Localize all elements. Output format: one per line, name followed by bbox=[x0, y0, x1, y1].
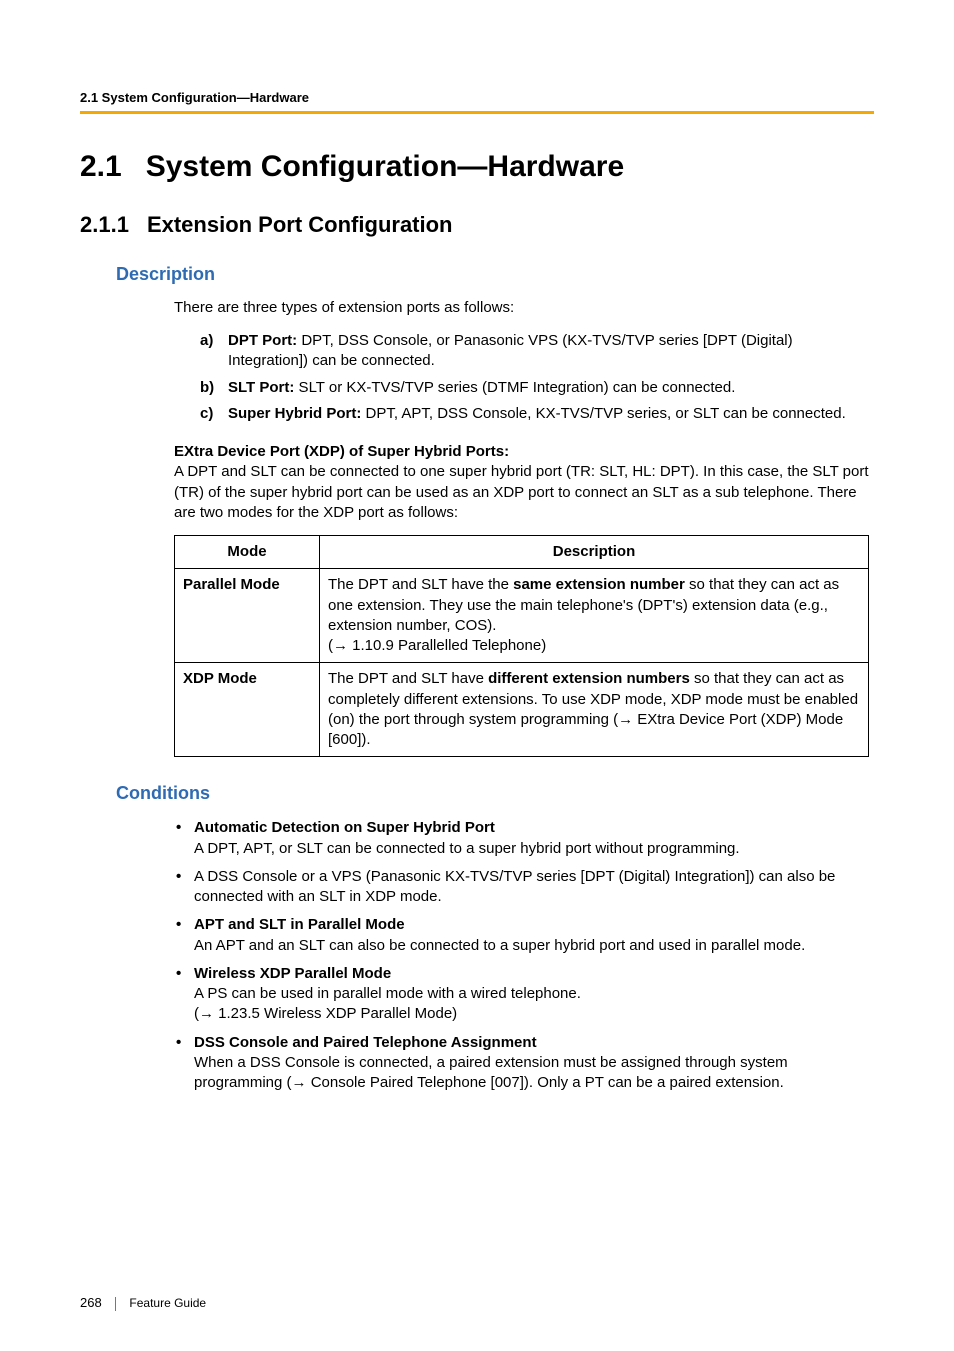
arrow-icon: → bbox=[333, 637, 348, 654]
th-desc: Description bbox=[320, 536, 869, 569]
item-bold: SLT Port: bbox=[228, 379, 294, 396]
conditions-list: Automatic Detection on Super Hybrid Port… bbox=[174, 818, 874, 1093]
footer-divider bbox=[115, 1297, 116, 1311]
desc-pre: The DPT and SLT have the bbox=[328, 576, 513, 593]
running-header: 2.1 System Configuration—Hardware bbox=[80, 90, 874, 114]
cond-title: Wireless XDP Parallel Mode bbox=[194, 964, 874, 984]
cond-body: A DPT, APT, or SLT can be connected to a… bbox=[194, 840, 740, 857]
xdp-body: A DPT and SLT can be connected to one su… bbox=[174, 463, 869, 521]
desc-ref: 1.10.9 Parallelled Telephone) bbox=[348, 637, 546, 654]
list-item: a) DPT Port: DPT, DSS Console, or Panaso… bbox=[200, 331, 874, 372]
cond-body: An APT and an SLT can also be connected … bbox=[194, 937, 805, 954]
item-marker: c) bbox=[200, 404, 213, 424]
list-item: APT and SLT in Parallel Mode An APT and … bbox=[174, 915, 874, 956]
page-number: 268 bbox=[80, 1295, 102, 1310]
h2-title: Extension Port Configuration bbox=[147, 212, 453, 237]
heading-level-2: 2.1.1 Extension Port Configuration bbox=[80, 212, 874, 238]
mode-desc-cell: The DPT and SLT have different extension… bbox=[320, 663, 869, 757]
table-header-row: Mode Description bbox=[175, 536, 869, 569]
table-row: XDP Mode The DPT and SLT have different … bbox=[175, 663, 869, 757]
description-intro: There are three types of extension ports… bbox=[174, 299, 874, 316]
mode-name-cell: Parallel Mode bbox=[175, 569, 320, 663]
desc-pre: The DPT and SLT have bbox=[328, 670, 488, 687]
port-type-list: a) DPT Port: DPT, DSS Console, or Panaso… bbox=[200, 331, 874, 424]
xdp-subhead: EXtra Device Port (XDP) of Super Hybrid … bbox=[174, 442, 874, 462]
desc-bold: different extension numbers bbox=[488, 670, 690, 687]
cond-title: APT and SLT in Parallel Mode bbox=[194, 915, 874, 935]
modes-table: Mode Description Parallel Mode The DPT a… bbox=[174, 535, 869, 757]
h1-number: 2.1 bbox=[80, 150, 122, 183]
list-item: Wireless XDP Parallel Mode A PS can be u… bbox=[174, 964, 874, 1025]
cond-body: A PS can be used in parallel mode with a… bbox=[194, 985, 581, 1002]
list-item: c) Super Hybrid Port: DPT, APT, DSS Cons… bbox=[200, 404, 874, 424]
xdp-paragraph: EXtra Device Port (XDP) of Super Hybrid … bbox=[174, 442, 874, 523]
mode-name-cell: XDP Mode bbox=[175, 663, 320, 757]
list-item: Automatic Detection on Super Hybrid Port… bbox=[174, 818, 874, 859]
h2-number: 2.1.1 bbox=[80, 212, 129, 237]
arrow-icon: → bbox=[618, 711, 633, 728]
item-bold: Super Hybrid Port: bbox=[228, 405, 361, 422]
page-footer: 268 Feature Guide bbox=[80, 1295, 206, 1311]
list-item: b) SLT Port: SLT or KX-TVS/TVP series (D… bbox=[200, 378, 874, 398]
item-text: SLT or KX-TVS/TVP series (DTMF Integrati… bbox=[294, 379, 735, 396]
table-row: Parallel Mode The DPT and SLT have the s… bbox=[175, 569, 869, 663]
item-text: DPT, DSS Console, or Panasonic VPS (KX-T… bbox=[228, 332, 793, 369]
item-bold: DPT Port: bbox=[228, 332, 297, 349]
description-heading: Description bbox=[80, 264, 874, 285]
conditions-heading: Conditions bbox=[80, 783, 874, 804]
item-marker: b) bbox=[200, 378, 214, 398]
cond-body: A DSS Console or a VPS (Panasonic KX-TVS… bbox=[194, 868, 835, 905]
mode-desc-cell: The DPT and SLT have the same extension … bbox=[320, 569, 869, 663]
cond-title: DSS Console and Paired Telephone Assignm… bbox=[194, 1033, 874, 1053]
list-item: A DSS Console or a VPS (Panasonic KX-TVS… bbox=[174, 867, 874, 908]
heading-level-1: 2.1 System Configuration—Hardware bbox=[80, 150, 874, 184]
cond-ref: Console Paired Telephone [007]). Only a … bbox=[307, 1074, 784, 1091]
list-item: DSS Console and Paired Telephone Assignm… bbox=[174, 1033, 874, 1094]
h1-title: System Configuration—Hardware bbox=[146, 150, 624, 183]
footer-label: Feature Guide bbox=[129, 1296, 206, 1310]
th-mode: Mode bbox=[175, 536, 320, 569]
item-marker: a) bbox=[200, 331, 213, 351]
cond-ref: 1.23.5 Wireless XDP Parallel Mode) bbox=[214, 1005, 457, 1022]
item-text: DPT, APT, DSS Console, KX-TVS/TVP series… bbox=[361, 405, 845, 422]
cond-title: Automatic Detection on Super Hybrid Port bbox=[194, 818, 874, 838]
arrow-icon: → bbox=[292, 1074, 307, 1091]
arrow-icon: → bbox=[199, 1005, 214, 1022]
desc-bold: same extension number bbox=[513, 576, 685, 593]
